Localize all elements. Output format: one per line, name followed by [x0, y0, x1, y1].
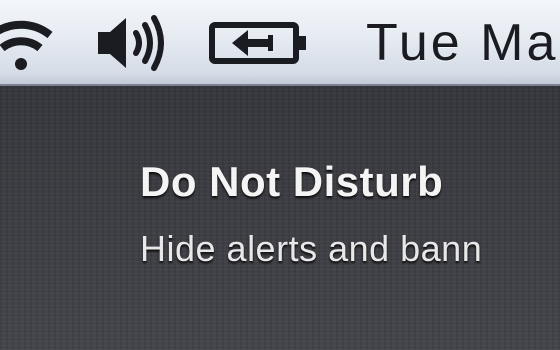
do-not-disturb-subtitle: Hide alerts and bann: [140, 228, 483, 269]
volume-icon[interactable]: [92, 0, 172, 86]
do-not-disturb-toggle[interactable]: Do Not Disturb Hide alerts and bann: [0, 146, 560, 296]
screen: Tue Ma Do Not Disturb Hide alerts and ba…: [0, 0, 560, 350]
menu-bar-clock[interactable]: Tue Ma: [366, 8, 558, 78]
battery-charging-icon[interactable]: [206, 0, 312, 86]
notification-center-panel: Do Not Disturb Hide alerts and bann: [0, 86, 560, 350]
do-not-disturb-title: Do Not Disturb: [140, 158, 444, 205]
wifi-icon[interactable]: [0, 0, 56, 86]
menu-bar: Tue Ma: [0, 0, 560, 86]
